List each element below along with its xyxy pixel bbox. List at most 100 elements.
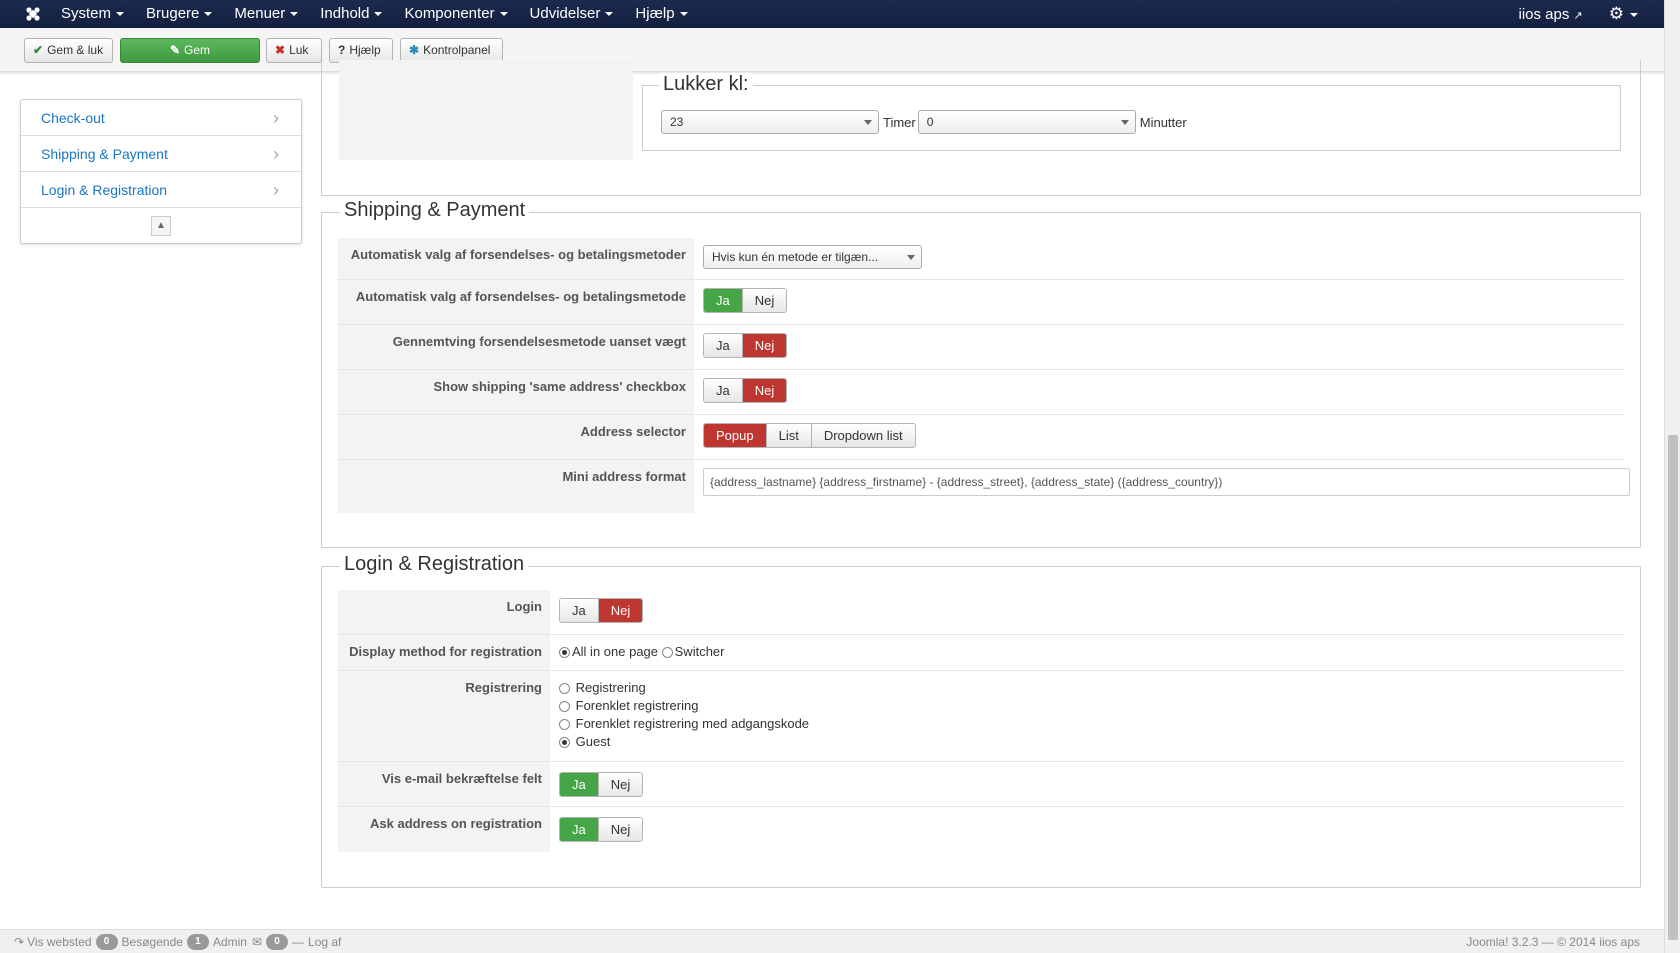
option-label: All in one page [572,644,659,659]
menu-label: Indhold [320,5,370,22]
visitors-badge: 0 [95,934,118,950]
auto-select-method-toggle: Ja Nej [703,288,788,313]
radio-icon [559,683,570,694]
radio-icon [559,719,570,730]
auto-select-methods-row: Automatisk valg af forsendelses- og beta… [338,238,1624,280]
same-address-row: Show shipping 'same address' checkbox Ja… [338,370,1624,415]
save-label: Gem [184,43,211,57]
no-option[interactable]: Nej [742,289,787,312]
all-in-one-radio[interactable]: All in one page [559,644,658,659]
yes-option[interactable]: Ja [704,334,743,357]
section-nav: Check-out › Shipping & Payment › Login & R… [20,99,302,244]
external-link-icon: ↗ [1573,9,1583,22]
save-button[interactable]: ✎ Gem [120,38,260,63]
closing-time-fieldset: Lukker kl: 23 Timer 0 Minutter [642,73,1621,151]
ask-address-label: Ask address on registration [338,807,550,852]
caret-down-icon [290,12,299,17]
no-option[interactable]: Nej [598,599,643,622]
yes-option[interactable]: Ja [704,289,743,312]
list-option[interactable]: List [766,424,812,447]
guest-option[interactable]: Guest [559,733,809,751]
menu-users[interactable]: Brugere [135,0,223,28]
caret-down-icon [374,12,383,17]
dropdown-list-option[interactable]: Dropdown list [811,424,915,447]
menu-label: System [61,5,112,22]
hours-label: Timer [883,114,916,130]
registration-option[interactable]: Registrering [559,679,809,697]
sidebar-item-label: Check-out [41,110,105,126]
site-link[interactable]: iios aps ↗ [1519,6,1583,23]
control-panel-label: Kontrolpanel [423,43,491,57]
menu-label: Menuer [234,5,286,22]
no-option[interactable]: Nej [598,818,643,841]
no-option[interactable]: Nej [742,334,787,357]
simple-registration-password-option[interactable]: Forenklet registrering med adgangskode [559,715,809,733]
yes-option[interactable]: Ja [560,599,599,622]
edit-icon: ✎ [169,43,181,57]
menu-extensions[interactable]: Udvidelser [519,0,625,28]
display-method-label: Display method for registration [338,635,550,670]
registration-row: Registrering Registrering Forenklet regi… [338,671,1624,762]
ask-address-toggle: Ja Nej [559,817,644,842]
radio-checked-icon [559,647,570,658]
sidebar-item-check-out[interactable]: Check-out › [21,100,301,136]
joomla-logo-icon[interactable] [24,5,42,23]
save-close-button[interactable]: ✔ Gem & luk [24,38,113,63]
dropdown-arrow-icon [907,255,915,260]
email-confirm-row: Vis e-mail bekræftelse felt Ja Nej [338,762,1624,807]
status-footer: ↷ Vis websted 0 Besøgende 1 Admin ✉ 0 — … [0,929,1664,953]
menu-label: Udvidelser [529,5,601,22]
same-address-label: Show shipping 'same address' checkbox [338,370,694,414]
yes-option[interactable]: Ja [560,773,599,796]
messages-badge[interactable]: 0 [266,934,289,950]
registration-label: Registrering [338,671,550,761]
force-shipping-toggle: Ja Nej [703,333,788,358]
cancel-circle-icon: ✖ [275,43,286,57]
caret-down-icon [679,12,688,17]
simple-registration-option[interactable]: Forenklet registrering [559,697,809,715]
force-shipping-label: Gennemtving forsendelsesmetode uanset væ… [338,325,694,369]
chevron-right-icon: › [273,180,279,200]
collapse-up-icon[interactable]: ▲ [151,215,171,236]
no-option[interactable]: Nej [742,379,787,402]
menu-help[interactable]: Hjælp [624,0,698,28]
switcher-radio[interactable]: Switcher [661,644,725,659]
admin-badge: 1 [186,934,209,950]
checkout-panel: Lukker kl: 23 Timer 0 Minutter [321,60,1641,196]
minutes-select[interactable]: 0 [917,110,1136,134]
asterisk-icon: ✱ [409,43,420,57]
close-button[interactable]: ✖ Luk [266,38,322,63]
sidebar-item-login-registration[interactable]: Login & Registration › [21,172,301,208]
auto-select-method-label: Automatisk valg af forsendelses- og beta… [338,280,694,324]
address-selector-toggle: Popup List Dropdown list [703,423,916,448]
menu-content[interactable]: Indhold [309,0,393,28]
view-site-link[interactable]: Vis websted [27,935,91,949]
page-scrollbar[interactable] [1664,0,1680,953]
hours-select[interactable]: 23 [661,110,879,134]
auto-select-methods-select[interactable]: Hvis kun én metode er tilgæn... [703,245,922,269]
view-site-icon: ↷ [14,935,25,949]
gear-icon: ⚙ [1608,4,1624,23]
chevron-right-icon: › [273,144,279,164]
no-option[interactable]: Nej [598,773,643,796]
mini-address-row: Mini address format {address_lastname} {… [338,460,1630,513]
force-shipping-row: Gennemtving forsendelsesmetode uanset væ… [338,325,1624,370]
user-settings-menu[interactable]: ⚙ [1609,4,1638,24]
menu-components[interactable]: Komponenter [393,0,518,28]
site-link-label: iios aps [1518,5,1570,23]
address-selector-label: Address selector [338,415,694,459]
yes-option[interactable]: Ja [704,379,743,402]
sidebar-item-shipping-payment[interactable]: Shipping & Payment › [21,136,301,172]
caret-down-icon [204,12,213,17]
menu-menus[interactable]: Menuer [223,0,309,28]
main-menu: System Brugere Menuer Indhold Komponente… [50,0,699,28]
yes-option[interactable]: Ja [560,818,599,841]
mini-address-label: Mini address format [338,460,694,513]
scrollbar-thumb[interactable] [1668,435,1678,940]
logout-link[interactable]: Log af [308,935,341,949]
popup-option[interactable]: Popup [704,424,767,447]
top-navbar: System Brugere Menuer Indhold Komponente… [0,0,1664,28]
help-label: Hjælp [349,43,381,57]
mini-address-input[interactable]: {address_lastname} {address_firstname} -… [703,468,1630,496]
menu-system[interactable]: System [50,0,135,28]
